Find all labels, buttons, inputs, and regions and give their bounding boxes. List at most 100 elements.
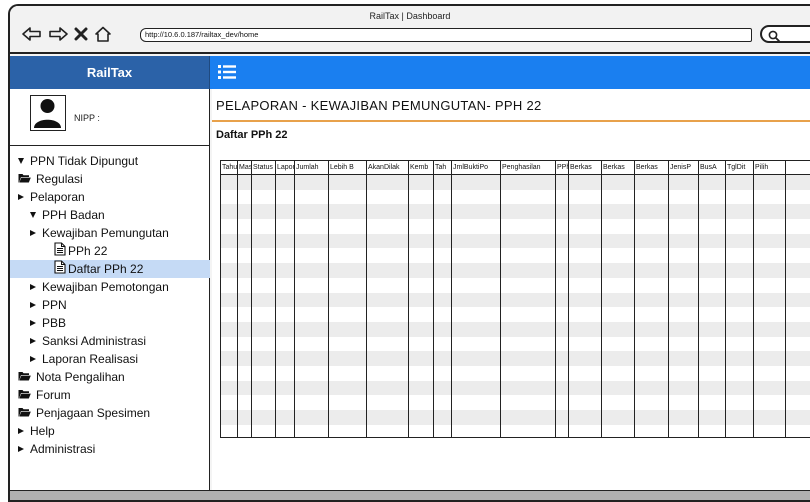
sidebar-item-kewajiban-pemungutan[interactable]: Kewajiban Pemungutan — [10, 224, 210, 242]
column-header[interactable]: Lapor — [276, 161, 295, 174]
sidebar-item-label: PBB — [42, 316, 67, 330]
table-row[interactable] — [221, 365, 810, 381]
main-content: PELAPORAN - KEWAJIBAN PEMUNGUTAN- PPH 22… — [212, 89, 810, 490]
user-icon — [34, 99, 61, 128]
table-row[interactable] — [221, 351, 810, 366]
sidebar-item-pph-badan[interactable]: PPH Badan — [10, 206, 210, 224]
sidebar-item-pbb[interactable]: PBB — [10, 314, 210, 332]
column-header[interactable]: Status — [252, 161, 276, 174]
sidebar-item-ppn-tidak-dipungut[interactable]: PPN Tidak Dipungut — [10, 152, 210, 170]
column-header[interactable]: JenisP — [669, 161, 699, 174]
sidebar-item-kewajiban-pemotongan[interactable]: Kewajiban Pemotongan — [10, 278, 210, 296]
document-icon — [54, 259, 66, 279]
column-header[interactable]: Berkas — [602, 161, 635, 174]
sidebar-item-label: PPh 22 — [68, 244, 108, 258]
caret-right-icon — [30, 356, 36, 362]
sidebar-item-label: PPH Badan — [42, 208, 105, 222]
table-row[interactable] — [221, 410, 810, 425]
table-row[interactable] — [221, 336, 810, 352]
sidebar-item-ppn[interactable]: PPN — [10, 296, 210, 314]
sidebar-item-label: Regulasi — [36, 172, 83, 186]
sidebar-item-laporan-realisasi[interactable]: Laporan Realisasi — [10, 350, 210, 368]
sidebar-item-label: Laporan Realisasi — [42, 352, 139, 366]
table-row[interactable] — [221, 263, 810, 278]
folder-icon — [18, 386, 31, 404]
column-header[interactable]: Penghasilan — [501, 161, 556, 174]
app-brand[interactable]: RailTax — [10, 56, 210, 89]
table-row[interactable] — [221, 395, 810, 410]
table-row[interactable] — [221, 277, 810, 293]
sidebar-item-sanksi-administrasi[interactable]: Sanksi Administrasi — [10, 332, 210, 350]
table-row[interactable] — [221, 219, 810, 234]
column-header[interactable]: Jumlah — [295, 161, 329, 174]
status-bar — [10, 490, 810, 500]
table-row[interactable] — [221, 321, 810, 337]
table-row[interactable] — [221, 292, 810, 308]
document-icon — [54, 241, 66, 261]
column-header[interactable]: Kemb — [409, 161, 434, 174]
sidebar-item-penjagaan-spesimen[interactable]: Penjagaan Spesimen — [10, 404, 210, 422]
table-row[interactable] — [221, 248, 810, 264]
sidebar-item-administrasi[interactable]: Administrasi — [10, 440, 210, 458]
sidebar-item-pelaporan[interactable]: Pelaporan — [10, 188, 210, 206]
table-row[interactable] — [221, 307, 810, 322]
column-header[interactable]: Masa — [238, 161, 252, 174]
column-header[interactable]: TglDit — [726, 161, 754, 174]
sidebar-item-label: Pelaporan — [30, 190, 85, 204]
table-row[interactable] — [221, 424, 810, 437]
sidebar-item-label: Help — [30, 424, 55, 438]
page-title: PELAPORAN - KEWAJIBAN PEMUNGUTAN- PPH 22 — [216, 98, 542, 113]
column-header[interactable]: PPh — [556, 161, 569, 174]
back-arrow-icon[interactable] — [22, 27, 42, 41]
sidebar-item-nota-pengalihan[interactable]: Nota Pengalihan — [10, 368, 210, 386]
pph22-table: TahunMasaStatusLaporJumlahLebih BAkanDil… — [220, 160, 810, 438]
column-header[interactable]: Berkas — [569, 161, 602, 174]
hamburger-menu-icon[interactable] — [218, 64, 236, 85]
window-title: RailTax | Dashboard — [369, 11, 451, 21]
column-header[interactable]: Lebih B — [329, 161, 367, 174]
sidebar-item-daftar-pph-22[interactable]: Daftar PPh 22 — [10, 259, 210, 279]
column-header[interactable]: BusA — [699, 161, 726, 174]
url-input[interactable]: http://10.6.0.187/railtax_dev/home — [140, 28, 752, 42]
table-row[interactable] — [221, 189, 810, 205]
sidebar-item-regulasi[interactable]: Regulasi — [10, 170, 210, 188]
avatar — [30, 95, 66, 131]
column-header[interactable]: Tah — [434, 161, 452, 174]
sidebar-menu: PPN Tidak Dipungut Regulasi Pelaporan PPH B… — [10, 152, 210, 458]
table-row[interactable] — [221, 175, 810, 190]
browser-window: RailTax | Dashboard http://10.6.0.187/ra… — [8, 4, 810, 502]
folder-icon — [18, 170, 31, 188]
browser-search-box[interactable] — [760, 25, 810, 43]
sidebar-item-pph-22[interactable]: PPh 22 — [10, 241, 210, 261]
table-row[interactable] — [221, 204, 810, 220]
home-icon[interactable] — [94, 26, 112, 42]
top-navbar — [210, 56, 810, 89]
sidebar-item-label: Daftar PPh 22 — [68, 262, 144, 276]
table-header: TahunMasaStatusLaporJumlahLebih BAkanDil… — [221, 161, 810, 175]
sidebar-item-label: PPN Tidak Dipungut — [30, 154, 139, 168]
user-panel: NIPP : — [10, 89, 210, 146]
sidebar-item-label: Administrasi — [30, 442, 96, 456]
column-header[interactable]: AkanDilak — [367, 161, 409, 174]
column-header[interactable]: Tahun — [221, 161, 238, 174]
forward-arrow-icon[interactable] — [48, 27, 68, 41]
sidebar-item-label: Forum — [36, 388, 71, 402]
caret-right-icon — [18, 428, 24, 434]
table-row[interactable] — [221, 233, 810, 249]
caret-down-icon — [30, 212, 36, 218]
caret-right-icon — [18, 446, 24, 452]
table-body — [221, 175, 810, 437]
browser-titlebar: RailTax | Dashboard http://10.6.0.187/ra… — [10, 6, 810, 54]
column-header[interactable]: JmlBuktiPo — [452, 161, 501, 174]
caret-down-icon — [18, 158, 24, 164]
caret-right-icon — [30, 338, 36, 344]
section-title: Daftar PPh 22 — [216, 129, 288, 141]
table-row[interactable] — [221, 380, 810, 396]
close-icon[interactable] — [74, 27, 88, 41]
sidebar-item-help[interactable]: Help — [10, 422, 210, 440]
column-header[interactable]: Berkas — [635, 161, 669, 174]
column-header[interactable]: Pilih — [754, 161, 786, 174]
sidebar-item-label: Penjagaan Spesimen — [36, 406, 151, 420]
sidebar-item-forum[interactable]: Forum — [10, 386, 210, 404]
search-icon — [768, 29, 780, 47]
